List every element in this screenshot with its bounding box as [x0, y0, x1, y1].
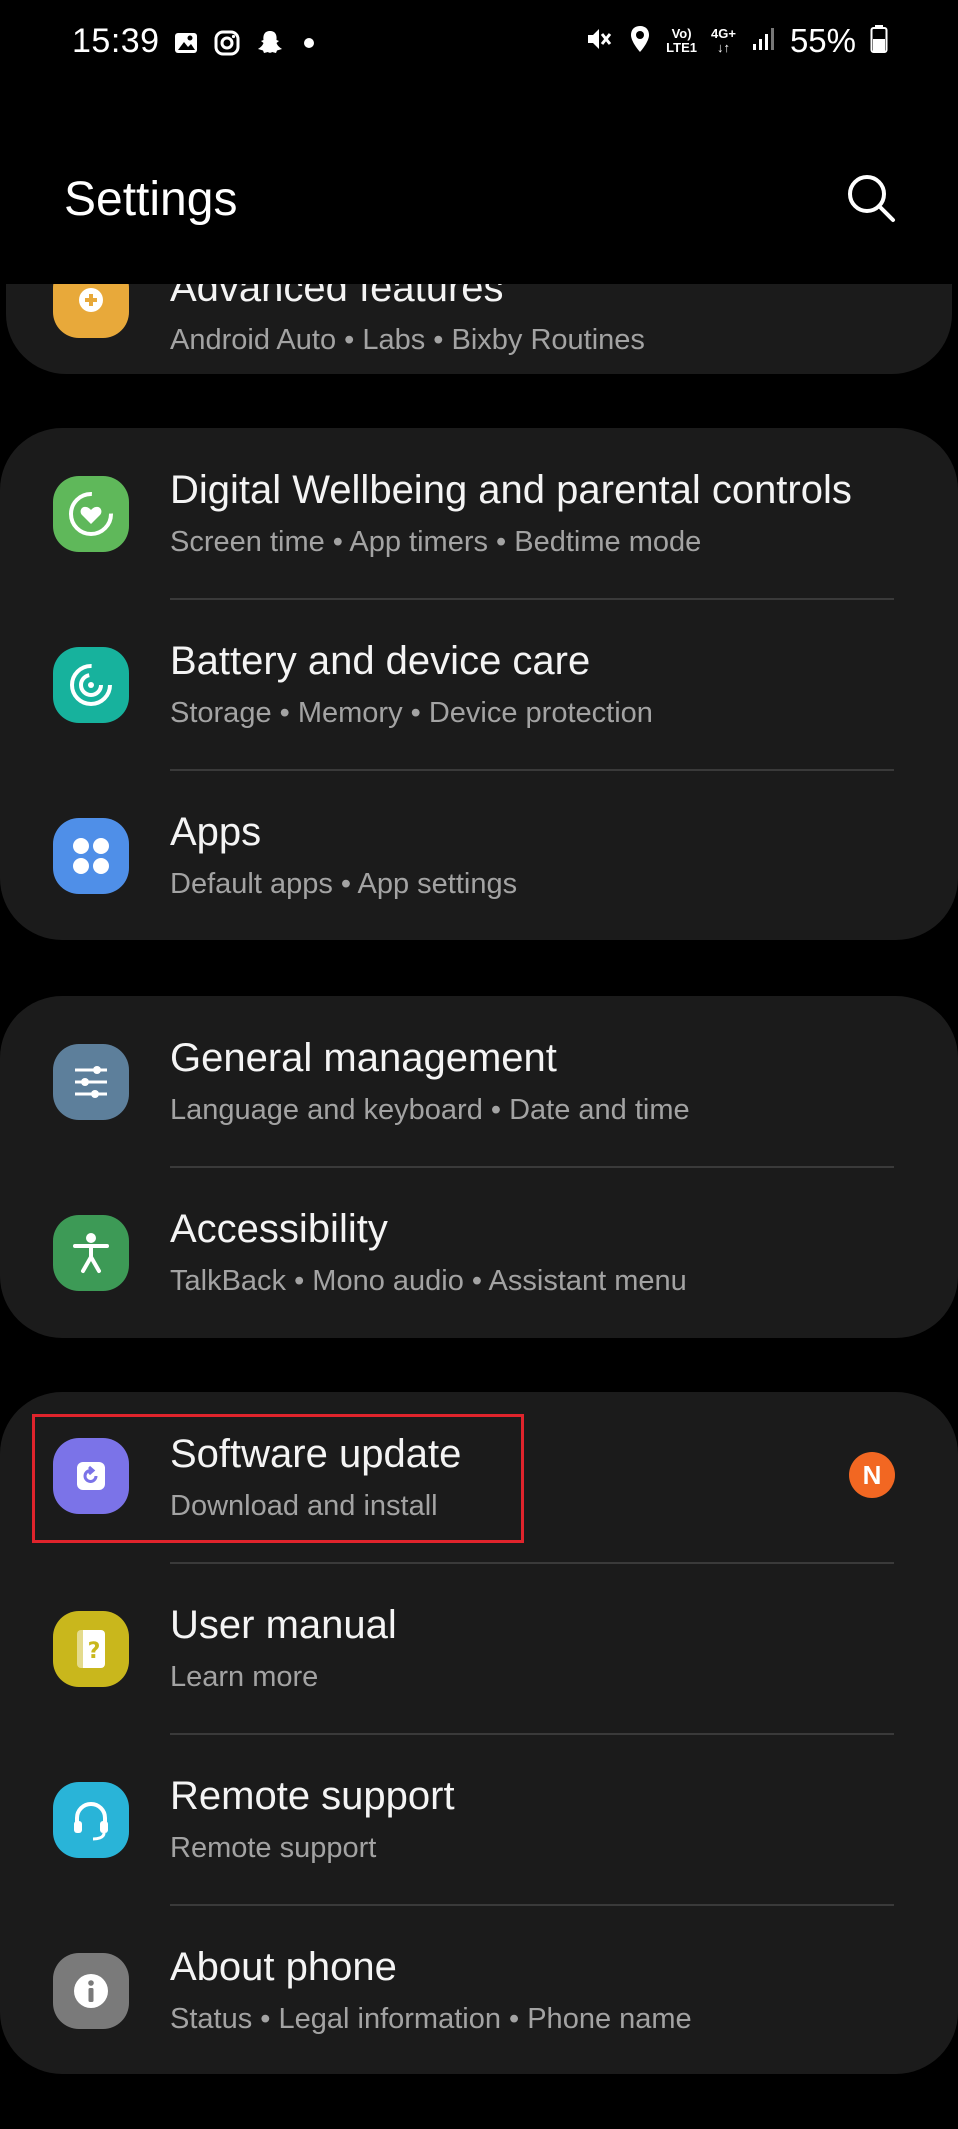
item-title: Battery and device care: [170, 639, 591, 683]
location-icon: [628, 24, 652, 59]
gallery-icon: [173, 30, 199, 61]
item-subtitle: Learn more: [170, 1661, 319, 1693]
settings-item-user-manual[interactable]: ? User manual Learn more: [0, 1563, 958, 1733]
settings-item-accessibility[interactable]: Accessibility TalkBack • Mono audio • As…: [0, 1167, 958, 1337]
item-subtitle: Screen time • App timers • Bedtime mode: [170, 526, 702, 558]
settings-group-1: Digital Wellbeing and parental controls …: [0, 428, 958, 940]
item-subtitle: Language and keyboard • Date and time: [170, 1094, 690, 1126]
apps-icon: [53, 818, 129, 894]
network-type-indicator: 4G+ ↓↑: [711, 26, 736, 55]
settings-item-about-phone[interactable]: About phone Status • Legal information •…: [0, 1905, 958, 2075]
item-title: Digital Wellbeing and parental controls: [170, 468, 852, 512]
item-title: Apps: [170, 810, 262, 854]
item-subtitle: Status • Legal information • Phone name: [170, 2003, 692, 2035]
item-title: User manual: [170, 1603, 397, 1647]
svg-text:?: ?: [88, 1639, 101, 1664]
battery-percent: 55%: [789, 22, 856, 59]
highlight-annotation: [32, 1414, 524, 1543]
dot-icon: [299, 33, 319, 58]
item-subtitle: Remote support: [170, 1832, 377, 1864]
item-title: Remote support: [170, 1774, 455, 1818]
accessibility-icon: [53, 1215, 129, 1291]
search-button[interactable]: [843, 170, 899, 226]
status-time: 15:39: [72, 22, 160, 60]
settings-item-advanced-features[interactable]: Advanced features Android Auto • Labs • …: [6, 284, 952, 374]
item-subtitle: Android Auto • Labs • Bixby Routines: [170, 324, 645, 356]
info-icon: [53, 1953, 129, 2029]
headset-icon: [53, 1782, 129, 1858]
sliders-icon: [53, 1044, 129, 1120]
settings-item-battery-device-care[interactable]: Battery and device care Storage • Memory…: [0, 599, 958, 769]
wellbeing-icon: [53, 476, 129, 552]
search-icon: [848, 175, 895, 222]
item-subtitle: Default apps • App settings: [170, 868, 518, 900]
gear-plus-icon: [53, 284, 129, 338]
mute-icon: [584, 24, 614, 59]
settings-item-general-management[interactable]: General management Language and keyboard…: [0, 996, 958, 1166]
system-status-icons: Vo) LTE1 4G+ ↓↑ 55%: [584, 22, 888, 60]
instagram-icon: [213, 29, 241, 62]
notification-icons: [173, 28, 319, 63]
settings-group-partial: Advanced features Android Auto • Labs • …: [6, 284, 952, 374]
settings-item-apps[interactable]: Apps Default apps • App settings: [0, 770, 958, 940]
signal-icon: [750, 26, 776, 57]
device-care-icon: [53, 647, 129, 723]
item-title: General management: [170, 1036, 557, 1080]
settings-item-remote-support[interactable]: Remote support Remote support: [0, 1734, 958, 1904]
snapchat-icon: [255, 28, 285, 63]
item-title: About phone: [170, 1945, 397, 1989]
manual-icon: ?: [53, 1611, 129, 1687]
volte-indicator: Vo) LTE1: [666, 26, 697, 55]
item-subtitle: Storage • Memory • Device protection: [170, 697, 653, 729]
new-badge: N: [849, 1452, 895, 1498]
item-title: Accessibility: [170, 1207, 388, 1251]
page-title: Settings: [64, 173, 238, 226]
settings-group-2: General management Language and keyboard…: [0, 996, 958, 1338]
item-subtitle: TalkBack • Mono audio • Assistant menu: [170, 1265, 687, 1297]
battery-icon: [870, 24, 888, 59]
settings-item-digital-wellbeing[interactable]: Digital Wellbeing and parental controls …: [0, 428, 958, 598]
item-title: Advanced features: [170, 284, 504, 310]
status-bar: 15:39 Vo) LTE1 4G+ ↓↑ 55%: [0, 0, 958, 88]
